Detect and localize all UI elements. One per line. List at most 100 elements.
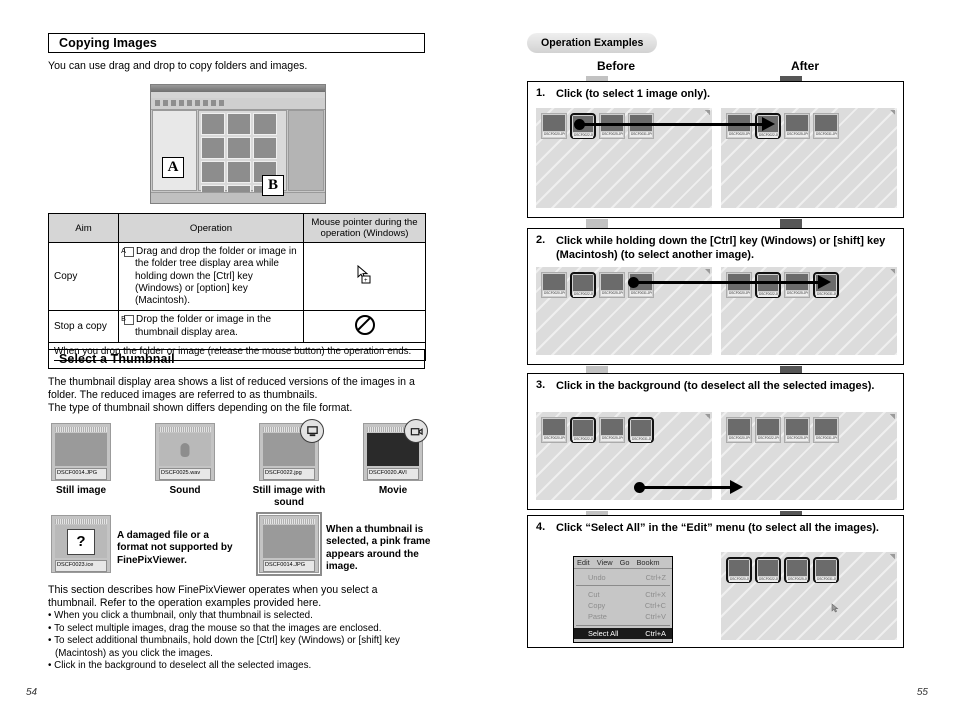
menu-item-cut[interactable]: Cut Ctrl+X [574, 588, 672, 599]
arrow-line [578, 123, 762, 126]
list-item[interactable]: DSCF0031.JPG [813, 557, 839, 583]
pill-label: Operation Examples [541, 37, 644, 49]
list-item[interactable]: DSCF0025.JPG [784, 417, 810, 443]
bullet-item: • Click in the background to deselect al… [48, 660, 312, 672]
menu-item-label: Cut [588, 589, 600, 599]
thumb-strip [263, 519, 315, 524]
step-4-after-thumbs: DSCF0020.JPG DSCF0022.JPG DSCF0025.JPG D… [726, 557, 839, 583]
thumb-strip [159, 427, 211, 432]
bullet-text: Click in the background to deselect all … [54, 660, 312, 672]
list-item[interactable]: DSCF0022.JPG [755, 272, 781, 298]
thumb-image [631, 420, 651, 436]
menubar-item-go[interactable]: Go [620, 558, 630, 567]
thumb-filename: DSCF0014.JPG [55, 468, 107, 480]
caption-still-image: Still image [55, 485, 106, 496]
thumb-strip [55, 427, 107, 432]
list-item[interactable]: DSCF0020.JPG [726, 557, 752, 583]
menu-item-undo[interactable]: Undo Ctrl+Z [574, 572, 672, 583]
step-3-text: Click in the background (to deselect all… [556, 380, 875, 392]
thumbnail-still-image: DSCF0014.JPG [51, 423, 111, 481]
thumb-image [543, 274, 565, 290]
operation-stop-wrapper: B Drop the folder or image in the thumbna… [121, 314, 298, 339]
thumb-image [601, 419, 623, 435]
menu-item-label: Select All [588, 628, 619, 638]
list-item[interactable]: DSCF0031.JPG [813, 417, 839, 443]
menubar-item-edit[interactable]: Edit [577, 558, 590, 567]
list-item[interactable]: DSCF0020.JPG [726, 272, 752, 298]
list-item[interactable]: DSCF0025.JPG [599, 417, 625, 443]
thumb-filename: DSCF0020.JPG [728, 436, 750, 441]
step-2-text: Click while holding down the [Ctrl] key … [556, 235, 886, 261]
step-4-after-panel[interactable]: DSCF0020.JPG DSCF0022.JPG DSCF0025.JPG D… [721, 552, 897, 640]
menubar-item-view[interactable]: View [597, 558, 613, 567]
cell-aim-stop-copy: Stop a copy [48, 310, 119, 344]
list-item[interactable]: DSCF0022.JPG [570, 417, 596, 443]
app-toolbar-buttons [155, 100, 224, 106]
list-item[interactable]: DSCF0025.JPG [599, 113, 625, 139]
list-item[interactable]: DSCF0031.JPG [813, 113, 839, 139]
list-item[interactable]: DSCF0031.JPG [628, 113, 654, 139]
bullet-item: • To select additional thumbnails, hold … [48, 635, 400, 659]
list-item[interactable]: DSCF0020.JPG [726, 417, 752, 443]
callout-label-a: A [162, 157, 184, 178]
thumb-filename: DSCF0022.JPG [573, 437, 593, 442]
list-item[interactable]: DSCF0020.JPG [541, 272, 567, 298]
thumb-filename: DSCF0031.JPG [630, 291, 652, 296]
step-1-number: 1. [536, 87, 546, 99]
thumb-preview [159, 433, 211, 466]
list-item[interactable]: DSCF0020.JPG [726, 113, 752, 139]
app-titlebar [151, 85, 325, 92]
menubar[interactable]: Edit View Go Bookm [574, 557, 672, 569]
step-1: 1. Click (to select 1 image only). DSCF0… [527, 81, 904, 218]
resize-corner-icon [705, 110, 710, 115]
menu-item-shortcut: Ctrl+Z [645, 573, 666, 583]
thumb-filename: DSCF0022.JPG [573, 133, 593, 138]
thumb-image [815, 115, 837, 131]
bullet-item: • When you click a thumbnail, only that … [48, 610, 313, 621]
thumb-image [728, 419, 750, 435]
section-heading-text: Copying Images [59, 36, 157, 50]
step-3: 3. Click in the background (to deselect … [527, 373, 904, 510]
copy-operations-table: Aim Operation Mouse pointer during the o… [48, 213, 426, 362]
edit-menu-mock: Edit View Go Bookm Undo Ctrl+Z Cut Ctrl+… [573, 556, 673, 643]
thumb-image [729, 560, 749, 576]
caption-still-image-with-sound: Still image with sound [252, 485, 326, 508]
list-item[interactable]: DSCF0022.JPG [755, 417, 781, 443]
menubar-item-bookmarks[interactable]: Bookm [637, 558, 660, 567]
edit-menu[interactable]: Edit View Go Bookm Undo Ctrl+Z Cut Ctrl+… [573, 556, 673, 643]
cell-operation-stop-copy: B Drop the folder or image in the thumbna… [118, 310, 304, 344]
app-folder-tree-area [152, 110, 197, 191]
list-item[interactable]: DSCF0020.JPG [541, 113, 567, 139]
before-label: Before [597, 59, 636, 73]
thumb-preview [55, 433, 107, 466]
list-item[interactable]: DSCF0025.JPG [784, 113, 810, 139]
list-item[interactable]: DSCF0022.JPG [570, 272, 596, 298]
menu-item-paste[interactable]: Paste Ctrl+V [574, 611, 672, 622]
menu-item-label: Paste [588, 612, 607, 622]
step-2-number: 2. [536, 234, 546, 246]
list-item[interactable]: DSCF0022.JPG [755, 557, 781, 583]
list-item[interactable]: DSCF0025.JPG [599, 272, 625, 298]
thumb-filename: DSCF0022.jpg [263, 468, 315, 480]
step-1-before-thumbs: DSCF0020.JPG DSCF0022.JPG DSCF0025.JPG D… [541, 113, 654, 139]
edit-menu-items: Undo Ctrl+Z Cut Ctrl+X Copy Ctrl+C Paste [574, 569, 672, 642]
cell-pointer-stop-copy [303, 310, 426, 344]
list-item[interactable]: DSCF0031.JPG [628, 417, 654, 443]
caption-damaged-file: A damaged file or a format not supported… [117, 530, 233, 566]
caption-movie: Movie [378, 485, 408, 496]
select-thumbnail-intro: The thumbnail display area shows a list … [48, 376, 432, 416]
step-4-number: 4. [536, 521, 546, 533]
arrow-line [638, 486, 730, 489]
cell-aim-copy: Copy [48, 241, 119, 312]
thumbnail-sound: DSCF0025.wav [155, 423, 215, 481]
thumb-filename: DSCF0020.JPG [729, 577, 749, 582]
list-item[interactable]: DSCF0020.JPG [541, 417, 567, 443]
operation-copy-text: Drag and drop the folder or image in the… [135, 246, 297, 307]
list-item[interactable]: DSCF0025.JPG [784, 272, 810, 298]
menu-item-copy[interactable]: Copy Ctrl+C [574, 600, 672, 611]
step-3-after-panel[interactable]: DSCF0020.JPG DSCF0022.JPG DSCF0025.JPG D… [721, 412, 897, 500]
thumb-strip [55, 519, 107, 524]
intro-line-3: The type of thumbnail shown differs depe… [48, 402, 353, 415]
menu-item-select-all[interactable]: Select All Ctrl+A [574, 627, 672, 639]
list-item[interactable]: DSCF0025.JPG [784, 557, 810, 583]
